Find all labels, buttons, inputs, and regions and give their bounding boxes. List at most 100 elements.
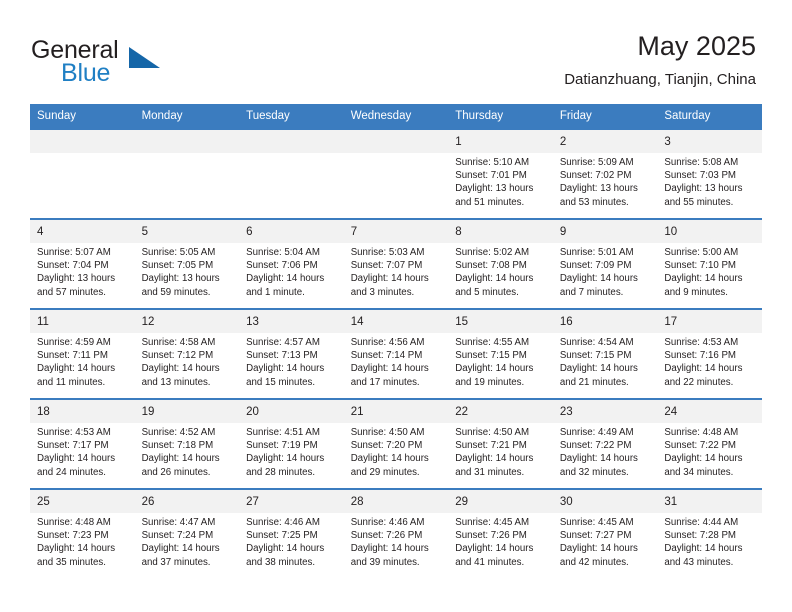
calendar-day-cell[interactable]: 17 Sunrise: 4:53 AM Sunset: 7:16 PM Dayligh…	[657, 308, 762, 399]
detail-daylight2: and 43 minutes.	[664, 556, 734, 568]
calendar-day-cell[interactable]: 13 Sunrise: 4:57 AM Sunset: 7:13 PM Dayligh…	[239, 308, 344, 399]
detail-sunset: Sunset: 7:10 PM	[664, 260, 736, 272]
day-number: 20	[239, 400, 344, 423]
day-details: Sunrise: 4:53 AM Sunset: 7:16 PM Daylight:…	[657, 333, 762, 389]
detail-sunrise: Sunrise: 4:59 AM	[37, 337, 111, 348]
calendar-week-row: 18 Sunrise: 4:53 AM Sunset: 7:17 PM Dayligh…	[30, 398, 762, 489]
day-details: Sunrise: 4:56 AM Sunset: 7:14 PM Daylight:…	[344, 333, 449, 389]
day-details: Sunrise: 4:53 AM Sunset: 7:17 PM Daylight:…	[30, 423, 135, 479]
detail-sunset: Sunset: 7:03 PM	[664, 170, 736, 182]
calendar-day-cell[interactable]: 16 Sunrise: 4:54 AM Sunset: 7:15 PM Dayligh…	[552, 308, 658, 399]
calendar-day-cell[interactable]: 14 Sunrise: 4:56 AM Sunset: 7:14 PM Dayligh…	[343, 308, 449, 399]
day-details: Sunrise: 5:07 AM Sunset: 7:04 PM Daylight:…	[30, 243, 135, 299]
calendar-day-cell[interactable]: 23 Sunrise: 4:49 AM Sunset: 7:22 PM Dayligh…	[552, 398, 658, 489]
calendar-day-cell[interactable]: 15 Sunrise: 4:55 AM Sunset: 7:15 PM Dayligh…	[448, 308, 553, 399]
detail-sunset: Sunset: 7:26 PM	[350, 530, 423, 542]
day-number: 23	[552, 400, 658, 423]
detail-sunset: Sunset: 7:13 PM	[246, 350, 318, 362]
detail-sunset: Sunset: 7:21 PM	[455, 440, 527, 452]
day-cell-inner: 19 Sunrise: 4:52 AM Sunset: 7:18 PM Dayligh…	[134, 400, 240, 488]
day-details: Sunrise: 5:10 AM Sunset: 7:01 PM Daylight:…	[448, 153, 553, 209]
calendar-day-cell[interactable]: 20 Sunrise: 4:51 AM Sunset: 7:19 PM Dayligh…	[239, 398, 344, 489]
calendar-day-cell[interactable]: 21 Sunrise: 4:50 AM Sunset: 7:20 PM Dayligh…	[343, 398, 449, 489]
detail-daylight2: and 9 minutes.	[664, 286, 728, 298]
calendar-day-cell[interactable]: 10 Sunrise: 5:00 AM Sunset: 7:10 PM Dayligh…	[657, 218, 762, 309]
detail-daylight1: Daylight: 14 hours	[350, 273, 429, 285]
calendar-day-cell[interactable]: 1 Sunrise: 5:10 AM Sunset: 7:01 PM Daylight…	[448, 128, 553, 219]
calendar-day-cell[interactable]: 11 Sunrise: 4:59 AM Sunset: 7:11 PM Dayligh…	[30, 308, 135, 399]
day-details: Sunrise: 4:50 AM Sunset: 7:21 PM Daylight:…	[448, 423, 553, 479]
detail-sunset: Sunset: 7:04 PM	[37, 260, 109, 272]
calendar-day-cell[interactable]: 24 Sunrise: 4:48 AM Sunset: 7:22 PM Dayligh…	[657, 398, 762, 489]
day-cell-inner: 9 Sunrise: 5:01 AM Sunset: 7:09 PM Daylight…	[552, 220, 658, 308]
detail-sunset: Sunset: 7:23 PM	[37, 530, 109, 542]
calendar-day-cell[interactable]: 25 Sunrise: 4:48 AM Sunset: 7:23 PM Dayligh…	[30, 488, 135, 578]
calendar-day-cell	[134, 128, 240, 219]
detail-sunset: Sunset: 7:07 PM	[350, 260, 423, 272]
title-block: May 2025 Datianzhuang, Tianjin, China	[564, 30, 756, 90]
calendar-day-cell[interactable]: 29 Sunrise: 4:45 AM Sunset: 7:26 PM Dayligh…	[448, 488, 553, 578]
brand-logo[interactable]: General Blue	[31, 36, 221, 87]
calendar-grid: Sunday Monday Tuesday Wednesday Thursday…	[30, 104, 762, 578]
calendar-day-cell[interactable]: 26 Sunrise: 4:47 AM Sunset: 7:24 PM Dayligh…	[134, 488, 240, 578]
calendar-day-cell[interactable]: 19 Sunrise: 4:52 AM Sunset: 7:18 PM Dayligh…	[134, 398, 240, 489]
day-details: Sunrise: 4:46 AM Sunset: 7:25 PM Daylight:…	[239, 513, 344, 569]
detail-daylight1: Daylight: 14 hours	[141, 543, 220, 555]
calendar-header-row: Sunday Monday Tuesday Wednesday Thursday…	[30, 104, 762, 129]
day-details: Sunrise: 4:58 AM Sunset: 7:12 PM Daylight:…	[135, 333, 240, 389]
calendar-day-cell[interactable]: 30 Sunrise: 4:45 AM Sunset: 7:27 PM Dayligh…	[552, 488, 658, 578]
calendar-day-cell[interactable]: 9 Sunrise: 5:01 AM Sunset: 7:09 PM Daylight…	[552, 218, 658, 309]
detail-daylight2: and 7 minutes.	[559, 286, 624, 298]
day-number: 2	[552, 130, 658, 153]
detail-sunrise: Sunrise: 4:56 AM	[350, 337, 425, 348]
day-number	[134, 130, 240, 153]
detail-daylight2: and 26 minutes.	[141, 466, 211, 478]
calendar-day-cell[interactable]: 27 Sunrise: 4:46 AM Sunset: 7:25 PM Dayligh…	[239, 488, 344, 578]
calendar-week-row: 1 Sunrise: 5:10 AM Sunset: 7:01 PM Daylight…	[30, 128, 762, 219]
detail-sunrise: Sunrise: 4:58 AM	[141, 337, 216, 348]
day-cell-inner: 4 Sunrise: 5:07 AM Sunset: 7:04 PM Daylight…	[30, 220, 135, 308]
day-details: Sunrise: 5:09 AM Sunset: 7:02 PM Daylight:…	[553, 153, 658, 209]
detail-daylight1: Daylight: 14 hours	[455, 543, 534, 555]
day-cell-inner: 21 Sunrise: 4:50 AM Sunset: 7:20 PM Dayligh…	[343, 400, 449, 488]
calendar-week-row: 25 Sunrise: 4:48 AM Sunset: 7:23 PM Dayligh…	[30, 488, 762, 578]
calendar-day-cell[interactable]: 7 Sunrise: 5:03 AM Sunset: 7:07 PM Daylight…	[343, 218, 449, 309]
calendar-day-cell[interactable]: 18 Sunrise: 4:53 AM Sunset: 7:17 PM Dayligh…	[30, 398, 135, 489]
detail-daylight1: Daylight: 13 hours	[455, 183, 534, 195]
calendar-day-cell[interactable]: 5 Sunrise: 5:05 AM Sunset: 7:05 PM Daylight…	[134, 218, 240, 309]
detail-daylight1: Daylight: 14 hours	[350, 363, 429, 375]
day-number: 27	[239, 490, 344, 513]
detail-daylight1: Daylight: 14 hours	[246, 543, 325, 555]
calendar-day-cell[interactable]: 22 Sunrise: 4:50 AM Sunset: 7:21 PM Dayligh…	[448, 398, 553, 489]
calendar-day-cell[interactable]: 8 Sunrise: 5:02 AM Sunset: 7:08 PM Daylight…	[448, 218, 553, 309]
calendar-day-cell[interactable]: 4 Sunrise: 5:07 AM Sunset: 7:04 PM Daylight…	[30, 218, 135, 309]
page-header: General Blue May 2025 Datianzhuang, Tian…	[0, 0, 792, 103]
day-details: Sunrise: 4:57 AM Sunset: 7:13 PM Daylight:…	[239, 333, 344, 389]
calendar-day-cell[interactable]: 28 Sunrise: 4:46 AM Sunset: 7:26 PM Dayligh…	[343, 488, 449, 578]
day-cell-inner	[343, 130, 449, 218]
day-number: 28	[343, 490, 449, 513]
detail-sunrise: Sunrise: 5:10 AM	[455, 157, 530, 168]
detail-daylight2: and 51 minutes.	[455, 196, 525, 208]
detail-sunset: Sunset: 7:22 PM	[664, 440, 736, 452]
detail-sunrise: Sunrise: 4:45 AM	[455, 517, 530, 528]
calendar-day-cell[interactable]: 6 Sunrise: 5:04 AM Sunset: 7:06 PM Daylight…	[239, 218, 344, 309]
detail-daylight2: and 41 minutes.	[455, 556, 525, 568]
day-number: 26	[134, 490, 240, 513]
day-details: Sunrise: 4:49 AM Sunset: 7:22 PM Daylight:…	[553, 423, 658, 479]
day-number: 30	[552, 490, 658, 513]
calendar-day-cell[interactable]: 3 Sunrise: 5:08 AM Sunset: 7:03 PM Daylight…	[657, 128, 762, 219]
detail-sunrise: Sunrise: 4:45 AM	[559, 517, 634, 528]
day-number: 14	[343, 310, 449, 333]
brand-name-blue: Blue	[61, 59, 111, 87]
calendar-day-cell[interactable]: 12 Sunrise: 4:58 AM Sunset: 7:12 PM Dayligh…	[134, 308, 240, 399]
detail-sunrise: Sunrise: 4:51 AM	[246, 427, 320, 438]
day-number: 8	[448, 220, 553, 243]
calendar-day-cell[interactable]: 31 Sunrise: 4:44 AM Sunset: 7:28 PM Dayligh…	[657, 488, 762, 578]
detail-sunset: Sunset: 7:27 PM	[559, 530, 632, 542]
detail-sunset: Sunset: 7:25 PM	[246, 530, 318, 542]
day-cell-inner: 14 Sunrise: 4:56 AM Sunset: 7:14 PM Dayligh…	[343, 310, 449, 398]
detail-daylight1: Daylight: 14 hours	[664, 543, 743, 555]
day-number	[239, 130, 344, 153]
calendar-day-cell[interactable]: 2 Sunrise: 5:09 AM Sunset: 7:02 PM Daylight…	[552, 128, 658, 219]
